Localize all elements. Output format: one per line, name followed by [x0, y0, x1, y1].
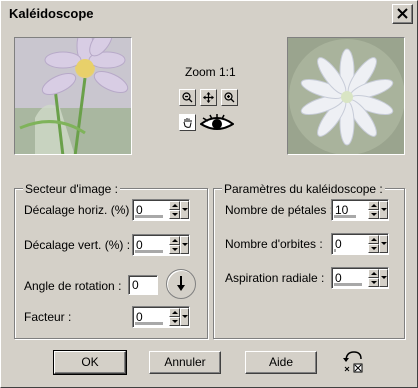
window-title: Kaléidoscope: [9, 6, 94, 21]
close-icon: [397, 8, 408, 19]
offset-h-label: Décalage horiz. (%) :: [24, 203, 137, 217]
petals-dropdown[interactable]: [379, 201, 388, 219]
zoom-out-button[interactable]: [179, 89, 196, 106]
orbits-value: 0: [335, 237, 342, 251]
suction-dropdown[interactable]: [379, 269, 388, 287]
close-button[interactable]: [392, 4, 413, 24]
hand-icon: [183, 118, 192, 128]
sector-group: Secteur d'image : Décalage horiz. (%) : …: [14, 182, 208, 339]
suction-label: Aspiration radiale :: [225, 271, 325, 285]
offset-v-label: Décalage vert. (%) :: [24, 238, 131, 252]
rotation-dial[interactable]: [166, 269, 196, 299]
suction-spinner[interactable]: 0: [331, 267, 389, 289]
rotation-input[interactable]: 0: [128, 275, 158, 295]
offset-v-up[interactable]: [169, 236, 180, 245]
rotation-label: Angle de rotation :: [24, 279, 122, 293]
petals-slider[interactable]: [334, 215, 356, 218]
hand-button[interactable]: [179, 114, 196, 131]
factor-spinner[interactable]: 0: [132, 306, 190, 328]
zoom-out-icon: [182, 92, 193, 103]
suction-slider[interactable]: [334, 283, 362, 286]
cancel-button[interactable]: Annuler: [149, 351, 221, 374]
pan-button[interactable]: [200, 89, 217, 106]
zoom-label: Zoom 1:1: [185, 65, 236, 79]
petals-up[interactable]: [368, 201, 379, 210]
offset-h-down[interactable]: [169, 210, 180, 219]
offset-v-dropdown[interactable]: [180, 236, 189, 254]
offset-h-up[interactable]: [169, 201, 180, 210]
rotation-value: 0: [132, 278, 139, 292]
orbits-spinner[interactable]: 0: [331, 233, 389, 255]
result-image: [288, 38, 404, 154]
result-preview: [287, 37, 405, 155]
orbits-label: Nombre d'orbites :: [225, 237, 323, 251]
zoom-in-icon: [224, 92, 235, 103]
factor-dropdown[interactable]: [180, 308, 189, 326]
orbits-dropdown[interactable]: [379, 235, 388, 253]
offset-v-slider[interactable]: [135, 250, 163, 253]
help-button[interactable]: Aide: [245, 351, 317, 374]
move-icon: [203, 92, 214, 103]
offset-v-spinner[interactable]: 0: [132, 234, 190, 256]
offset-v-down[interactable]: [169, 245, 180, 254]
sector-legend: Secteur d'image :: [23, 182, 121, 196]
factor-up[interactable]: [169, 308, 180, 317]
source-preview[interactable]: [14, 37, 132, 155]
dialog-window: Kaléidoscope Zoom 1:1 Secteur d'image: …: [0, 0, 418, 388]
offset-h-spinner[interactable]: 0: [132, 199, 190, 221]
offset-h-slider[interactable]: [135, 215, 163, 218]
suction-up[interactable]: [368, 269, 379, 278]
factor-down[interactable]: [169, 317, 180, 326]
zoom-in-button[interactable]: [221, 89, 238, 106]
source-image: [15, 38, 131, 154]
reset-button[interactable]: [341, 349, 365, 375]
orbits-down[interactable]: [368, 244, 379, 253]
eye-icon[interactable]: [200, 114, 234, 134]
orbits-slider[interactable]: [334, 249, 336, 252]
reset-icon: [343, 351, 363, 373]
petals-spinner[interactable]: 10: [331, 199, 389, 221]
petals-down[interactable]: [368, 210, 379, 219]
offset-h-dropdown[interactable]: [180, 201, 189, 219]
orbits-up[interactable]: [368, 235, 379, 244]
factor-slider[interactable]: [135, 322, 163, 325]
factor-label: Facteur :: [24, 310, 72, 324]
params-legend: Paramètres du kaléidoscope :: [222, 182, 385, 196]
petals-label: Nombre de pétales :: [225, 203, 334, 217]
params-group: Paramètres du kaléidoscope : Nombre de p…: [213, 182, 405, 339]
title-bar[interactable]: Kaléidoscope: [3, 3, 415, 25]
suction-down[interactable]: [368, 278, 379, 287]
ok-button[interactable]: OK: [53, 350, 127, 375]
rotation-dial-icon: [177, 276, 185, 291]
